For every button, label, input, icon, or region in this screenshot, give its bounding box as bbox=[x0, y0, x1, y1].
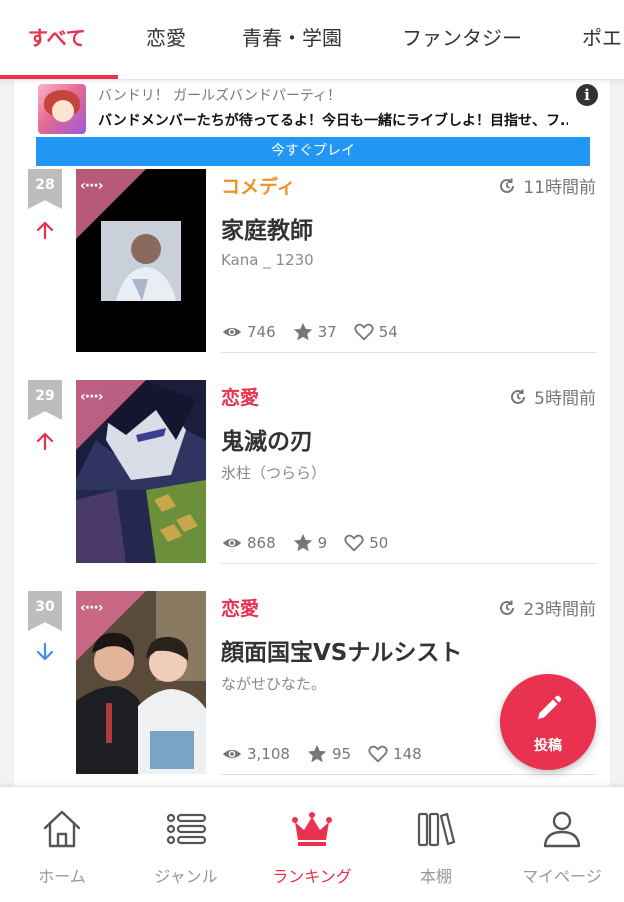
history-icon bbox=[511, 389, 526, 404]
updated-time-text: 11時間前 bbox=[523, 178, 596, 198]
nav-genre-label: ジャンル bbox=[154, 867, 218, 886]
ranking-list: バンドリ！ ガールズバンドパーティ！ バンドメンバーたちが待ってるよ！今日も一緒… bbox=[14, 80, 610, 786]
entry-divider bbox=[221, 352, 596, 353]
eye-icon bbox=[222, 327, 242, 337]
stars-stat: 95 bbox=[306, 743, 351, 765]
updated-time-text: 5時間前 bbox=[534, 389, 596, 409]
nav-home-label: ホーム bbox=[38, 867, 86, 886]
story-thumbnail[interactable]: ‹···› bbox=[76, 591, 206, 774]
nav-genre[interactable]: ジャンル bbox=[124, 787, 248, 902]
home-icon bbox=[43, 810, 81, 848]
history-icon bbox=[500, 178, 515, 193]
likes-count: 50 bbox=[369, 534, 389, 552]
stars-stat: 37 bbox=[292, 321, 337, 343]
entry-divider bbox=[221, 774, 596, 775]
genre-label: 恋愛 bbox=[221, 598, 260, 620]
story-title[interactable]: 鬼滅の刃 bbox=[221, 422, 313, 456]
story-thumbnail[interactable]: ‹···› bbox=[76, 380, 206, 563]
info-icon[interactable]: i bbox=[576, 84, 598, 106]
pencil-icon bbox=[538, 695, 562, 719]
nav-bookshelf-label: 本棚 bbox=[419, 867, 452, 886]
bottom-navigation: ホーム ジャンル ランキング 本棚 マイページ bbox=[0, 786, 624, 902]
nav-ranking[interactable]: ランキング bbox=[250, 787, 374, 902]
likes-count: 148 bbox=[393, 745, 422, 763]
story-title[interactable]: 家庭教師 bbox=[221, 211, 313, 245]
updated-time: 11時間前 bbox=[497, 173, 596, 198]
updated-time: 5時間前 bbox=[508, 384, 596, 409]
views-count: 746 bbox=[247, 323, 276, 341]
heart-icon bbox=[344, 534, 364, 552]
star-icon bbox=[293, 322, 312, 341]
person-icon bbox=[543, 811, 581, 848]
post-button[interactable]: 投稿 bbox=[500, 674, 596, 770]
likes-count: 54 bbox=[378, 323, 398, 341]
tab-poem[interactable]: ポエ bbox=[582, 22, 622, 51]
ad-play-button[interactable]: 今すぐプレイ bbox=[36, 137, 590, 166]
ranking-entry[interactable]: 28 ‹···› コメディ 11時間前 家庭教師 Kana _ 1230 746… bbox=[14, 169, 610, 363]
heart-icon bbox=[354, 323, 374, 341]
ad-description: バンドメンバーたちが待ってるよ！今日も一緒にライブしよ！目指せ、フ... bbox=[98, 113, 568, 129]
tab-all[interactable]: すべて bbox=[28, 22, 86, 51]
story-stats: 746 37 54 bbox=[221, 321, 414, 343]
category-tab-bar: すべて 恋愛 青春・学園 ファンタジー ポエ bbox=[0, 0, 624, 80]
story-title[interactable]: 顔面国宝VSナルシスト bbox=[221, 633, 462, 667]
nav-bookshelf[interactable]: 本棚 bbox=[374, 787, 498, 902]
author-name[interactable]: 氷柱（つらら） bbox=[221, 462, 326, 483]
views-stat: 3,108 bbox=[221, 743, 290, 765]
trend-up-icon bbox=[36, 221, 54, 240]
stars-count: 9 bbox=[317, 534, 328, 552]
bookshelf-icon bbox=[417, 812, 456, 847]
author-name[interactable]: ながせひなた。 bbox=[221, 673, 326, 694]
trend-down-icon bbox=[36, 642, 54, 661]
nav-ranking-label: ランキング bbox=[272, 867, 352, 886]
tab-youth-school[interactable]: 青春・学園 bbox=[242, 22, 342, 51]
code-icon: ‹···› bbox=[80, 178, 103, 194]
nav-home[interactable]: ホーム bbox=[0, 787, 124, 902]
author-name[interactable]: Kana _ 1230 bbox=[221, 251, 314, 269]
crown-icon bbox=[292, 812, 332, 846]
views-count: 868 bbox=[247, 534, 276, 552]
star-icon bbox=[307, 744, 327, 763]
views-stat: 746 bbox=[221, 321, 276, 343]
star-icon bbox=[293, 533, 312, 552]
rank-badge: 30 bbox=[28, 591, 62, 631]
active-tab-indicator bbox=[0, 75, 118, 79]
rank-badge: 28 bbox=[28, 169, 62, 209]
story-thumbnail[interactable]: ‹···› bbox=[76, 169, 206, 352]
eye-icon bbox=[222, 538, 242, 548]
tab-fantasy[interactable]: ファンタジー bbox=[402, 22, 522, 51]
genre-label: 恋愛 bbox=[221, 387, 260, 409]
story-stats: 3,108 95 148 bbox=[221, 743, 438, 765]
heart-icon bbox=[368, 745, 388, 763]
views-stat: 868 bbox=[221, 532, 276, 554]
trend-up-icon bbox=[36, 432, 54, 451]
code-icon: ‹···› bbox=[80, 600, 103, 616]
updated-time-text: 23時間前 bbox=[523, 600, 596, 620]
eye-icon bbox=[222, 749, 242, 759]
list-icon bbox=[166, 813, 207, 845]
code-icon: ‹···› bbox=[80, 389, 103, 405]
ranking-entry[interactable]: 29 ‹···› 恋愛 5時間前 鬼滅の刃 氷柱（つらら） 868 9 50 bbox=[14, 380, 610, 574]
likes-stat: 50 bbox=[343, 532, 388, 554]
ad-thumbnail bbox=[38, 84, 86, 134]
entry-divider bbox=[221, 563, 596, 564]
ad-title: バンドリ！ ガールズバンドパーティ！ bbox=[98, 88, 342, 104]
nav-mypage-label: マイページ bbox=[522, 867, 602, 886]
updated-time: 23時間前 bbox=[497, 595, 596, 620]
stars-count: 95 bbox=[331, 745, 352, 763]
story-stats: 868 9 50 bbox=[221, 532, 404, 554]
rank-badge: 29 bbox=[28, 380, 62, 420]
post-button-label: 投稿 bbox=[534, 738, 562, 754]
ad-banner[interactable]: バンドリ！ ガールズバンドパーティ！ バンドメンバーたちが待ってるよ！今日も一緒… bbox=[36, 80, 598, 168]
nav-mypage[interactable]: マイページ bbox=[500, 787, 624, 902]
likes-stat: 54 bbox=[353, 321, 398, 343]
genre-label: コメディ bbox=[221, 176, 296, 198]
tab-romance[interactable]: 恋愛 bbox=[146, 22, 186, 51]
stars-stat: 9 bbox=[292, 532, 328, 554]
views-count: 3,108 bbox=[247, 745, 290, 763]
stars-count: 37 bbox=[317, 323, 337, 341]
likes-stat: 148 bbox=[367, 743, 422, 765]
history-icon bbox=[500, 600, 515, 615]
